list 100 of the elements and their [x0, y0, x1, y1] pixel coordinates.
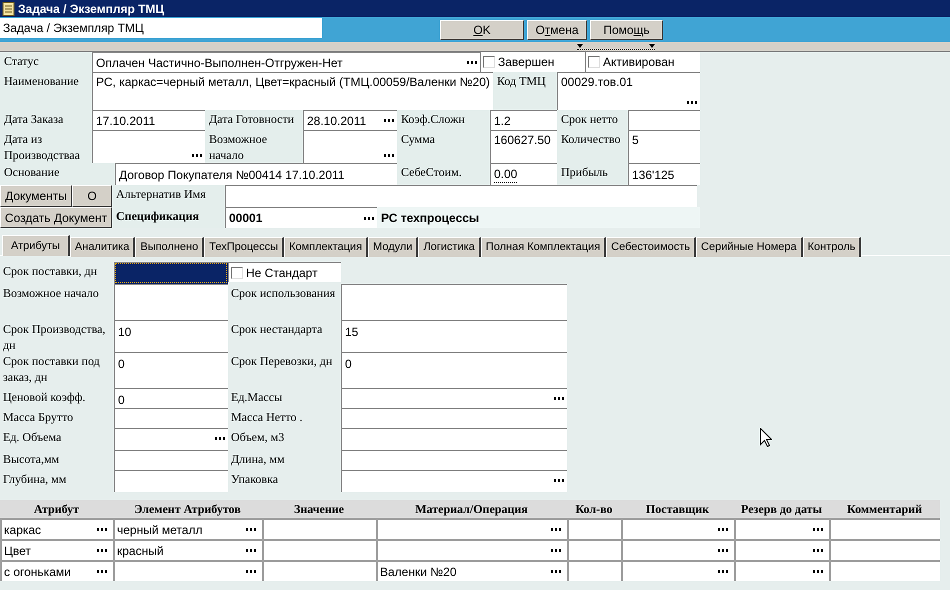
table-cell[interactable] [734, 539, 829, 560]
ellipsis-icon[interactable] [246, 549, 256, 552]
ellipsis-icon[interactable] [384, 154, 394, 157]
ellipsis-icon[interactable] [718, 549, 728, 552]
table-cell[interactable] [621, 518, 734, 539]
ellipsis-icon[interactable] [246, 528, 256, 531]
input-field[interactable] [114, 450, 228, 470]
table-cell[interactable] [734, 518, 829, 539]
tab[interactable]: Полная Комплектация [480, 237, 606, 257]
lookup-field[interactable] [114, 428, 228, 450]
input-field[interactable] [628, 110, 700, 130]
table-cell[interactable] [829, 518, 940, 539]
input-field[interactable] [341, 450, 567, 470]
input-field[interactable]: 0 [114, 388, 228, 408]
input-field[interactable] [114, 262, 228, 284]
table-cell[interactable] [376, 518, 567, 539]
dialog-button[interactable]: OK [440, 20, 524, 40]
table-cell[interactable] [829, 560, 940, 581]
ellipsis-icon[interactable] [551, 528, 561, 531]
table-cell[interactable]: каркас [0, 518, 113, 539]
input-field[interactable]: 0 [114, 352, 228, 388]
form-button[interactable]: Создать Документ [0, 207, 112, 228]
input-field[interactable]: 10 [114, 320, 228, 352]
ellipsis-icon[interactable] [687, 101, 697, 104]
title-field[interactable]: Задача / Экземпляр ТМЦ [0, 18, 322, 38]
input-field[interactable]: 17.10.2011 [92, 110, 205, 130]
ellipsis-icon[interactable] [215, 437, 225, 440]
ellipsis-icon[interactable] [246, 570, 256, 573]
table-cell[interactable]: красный [113, 539, 262, 560]
tab[interactable]: Комплектация [284, 237, 368, 257]
dialog-button[interactable]: Помощь [590, 20, 663, 40]
table-cell[interactable] [262, 560, 376, 581]
lookup-field[interactable] [92, 130, 205, 163]
ellipsis-icon[interactable] [97, 570, 107, 573]
ellipsis-icon[interactable] [813, 570, 823, 573]
ellipsis-icon[interactable] [97, 528, 107, 531]
checkbox[interactable] [483, 56, 495, 68]
table-cell[interactable] [113, 560, 262, 581]
table-cell[interactable] [567, 518, 621, 539]
input-field[interactable] [341, 408, 567, 428]
tab[interactable]: Логистика [418, 237, 481, 257]
tab[interactable]: Атрибуты [2, 235, 70, 256]
input-field[interactable] [114, 284, 228, 320]
ellipsis-icon[interactable] [192, 154, 202, 157]
input-field[interactable]: 0 [341, 352, 567, 388]
input-field[interactable]: Договор Покупателя №00414 17.10.2011 [115, 163, 397, 185]
input-field[interactable]: 136'125 [628, 163, 700, 185]
ellipsis-icon[interactable] [813, 549, 823, 552]
table-cell[interactable] [262, 539, 376, 560]
tab[interactable]: Серийные Номера [696, 237, 803, 257]
form-button[interactable]: Документы [0, 185, 72, 207]
ellipsis-icon[interactable] [467, 61, 477, 64]
input-field[interactable]: 5 [628, 130, 700, 163]
input-field[interactable] [114, 408, 228, 428]
ellipsis-icon[interactable] [554, 479, 564, 482]
input-field[interactable] [341, 284, 567, 320]
lookup-field[interactable]: 28.10.2011 [303, 110, 397, 130]
ellipsis-icon[interactable] [718, 528, 728, 531]
input-field[interactable]: РС, каркас=черный металл, Цвет=красный (ТМЦ.00059/Валенки №20) [92, 72, 493, 110]
tab[interactable]: Модули [368, 237, 418, 257]
tab[interactable]: Выполнено [135, 237, 204, 257]
tab[interactable]: Аналитика [70, 237, 136, 257]
lookup-field[interactable] [341, 388, 567, 408]
ellipsis-icon[interactable] [384, 119, 394, 122]
table-cell[interactable] [829, 539, 940, 560]
input-field[interactable]: 1.2 [490, 110, 557, 130]
dialog-button[interactable]: Отмена [527, 20, 587, 40]
table-cell[interactable]: Цвет [0, 539, 113, 560]
table-cell[interactable] [262, 518, 376, 539]
input-field[interactable] [114, 470, 228, 492]
input-field[interactable]: 160627.50 [490, 130, 557, 163]
splitter-handle[interactable] [577, 44, 655, 50]
ellipsis-icon[interactable] [364, 216, 374, 220]
ellipsis-icon[interactable] [718, 570, 728, 573]
lookup-field[interactable] [303, 130, 397, 163]
lookup-field[interactable]: 00001 [225, 207, 377, 228]
table-cell[interactable] [567, 539, 621, 560]
table-cell[interactable]: черный металл [113, 518, 262, 539]
checkbox[interactable] [231, 266, 243, 278]
checkbox[interactable] [588, 56, 600, 68]
form-button[interactable]: О [72, 185, 112, 207]
input-field[interactable] [225, 185, 697, 207]
input-field[interactable]: 15 [341, 320, 567, 352]
table-cell[interactable] [567, 560, 621, 581]
table-cell[interactable]: Валенки №20 [376, 560, 567, 581]
ellipsis-icon[interactable] [551, 570, 561, 573]
input-field[interactable] [341, 428, 567, 450]
table-cell[interactable] [621, 560, 734, 581]
lookup-field[interactable] [341, 470, 567, 492]
lookup-field[interactable]: Оплачен Частично-Выполнен-Отгружен-Нет [92, 52, 480, 72]
tab[interactable]: Контроль [802, 237, 862, 257]
tab[interactable]: Себестоимость [606, 237, 696, 257]
ellipsis-icon[interactable] [97, 549, 107, 552]
ellipsis-icon[interactable] [554, 397, 564, 400]
ellipsis-icon[interactable] [551, 549, 561, 552]
table-cell[interactable] [376, 539, 567, 560]
tab[interactable]: ТехПроцессы [204, 237, 284, 257]
table-cell[interactable] [734, 560, 829, 581]
lookup-field[interactable]: 00029.тов.01 [557, 72, 700, 110]
table-cell[interactable]: с огоньками [0, 560, 113, 581]
